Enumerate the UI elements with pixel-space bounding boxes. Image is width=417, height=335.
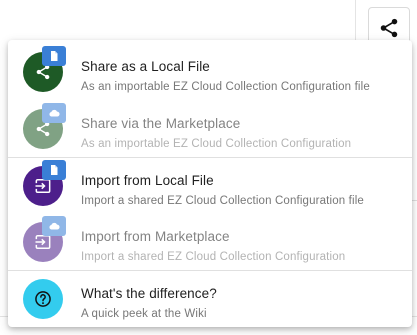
menu-item-import-local-file[interactable]: Import from Local File Import a shared E… xyxy=(8,158,412,214)
help-icon-avatar xyxy=(23,279,63,319)
menu-item-title: Import from Local File xyxy=(81,173,214,188)
file-icon xyxy=(51,51,58,61)
menu-item-title: Import from Marketplace xyxy=(81,229,230,244)
menu-item-subtitle: As an importable EZ Cloud Collection Con… xyxy=(81,138,352,150)
menu-item-title: What's the difference? xyxy=(81,286,217,301)
menu-item-share-local-file[interactable]: Share as a Local File As an importable E… xyxy=(8,44,412,100)
menu-item-import-marketplace[interactable]: Import from Marketplace Import a shared … xyxy=(8,214,412,270)
menu-item-title: Share via the Marketplace xyxy=(81,116,241,131)
menu-item-subtitle: Import a shared EZ Cloud Collection Conf… xyxy=(81,251,346,263)
menu-item-whats-the-difference[interactable]: What's the difference? A quick peek at t… xyxy=(8,271,412,327)
toolbar-divider xyxy=(355,0,356,40)
menu-item-subtitle: Import a shared EZ Cloud Collection Conf… xyxy=(81,195,364,207)
menu-item-share-marketplace[interactable]: Share via the Marketplace As an importab… xyxy=(8,101,412,157)
file-icon xyxy=(51,165,58,175)
cloud-icon xyxy=(49,109,60,117)
question-circle-icon xyxy=(35,291,51,307)
share-icon xyxy=(380,18,398,38)
page: Share as a Local File As an importable E… xyxy=(0,0,417,335)
file-badge xyxy=(42,46,66,66)
share-import-menu: Share as a Local File As an importable E… xyxy=(8,40,412,327)
menu-item-subtitle: A quick peek at the Wiki xyxy=(81,308,207,320)
menu-item-title: Share as a Local File xyxy=(81,59,210,74)
cloud-icon xyxy=(49,222,60,230)
menu-item-subtitle: As an importable EZ Cloud Collection Con… xyxy=(81,81,370,93)
cloud-badge xyxy=(42,103,66,123)
cloud-badge xyxy=(42,216,66,236)
file-badge xyxy=(42,160,66,180)
